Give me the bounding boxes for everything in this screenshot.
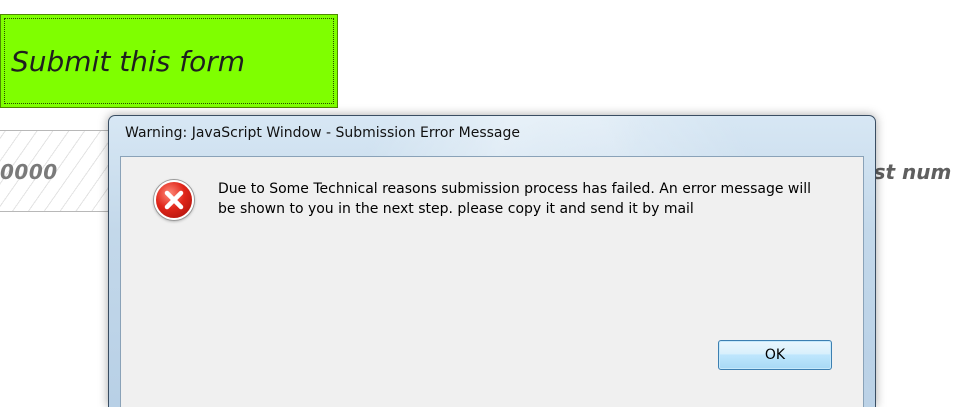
dialog-message: Due to Some Technical reasons submission…: [218, 181, 812, 217]
submit-form-button[interactable]: Submit this form: [0, 14, 338, 108]
alert-dialog: Warning: JavaScript Window - Submission …: [108, 115, 876, 407]
dialog-content: Due to Some Technical reasons submission…: [120, 156, 864, 407]
ok-button[interactable]: OK: [718, 340, 832, 370]
error-icon: [154, 180, 194, 220]
dialog-title: Warning: JavaScript Window - Submission …: [125, 125, 520, 141]
ok-button-label: OK: [764, 347, 786, 363]
submit-form-button-label: Submit this form: [11, 44, 245, 78]
number-field-value: 0000: [0, 160, 58, 184]
